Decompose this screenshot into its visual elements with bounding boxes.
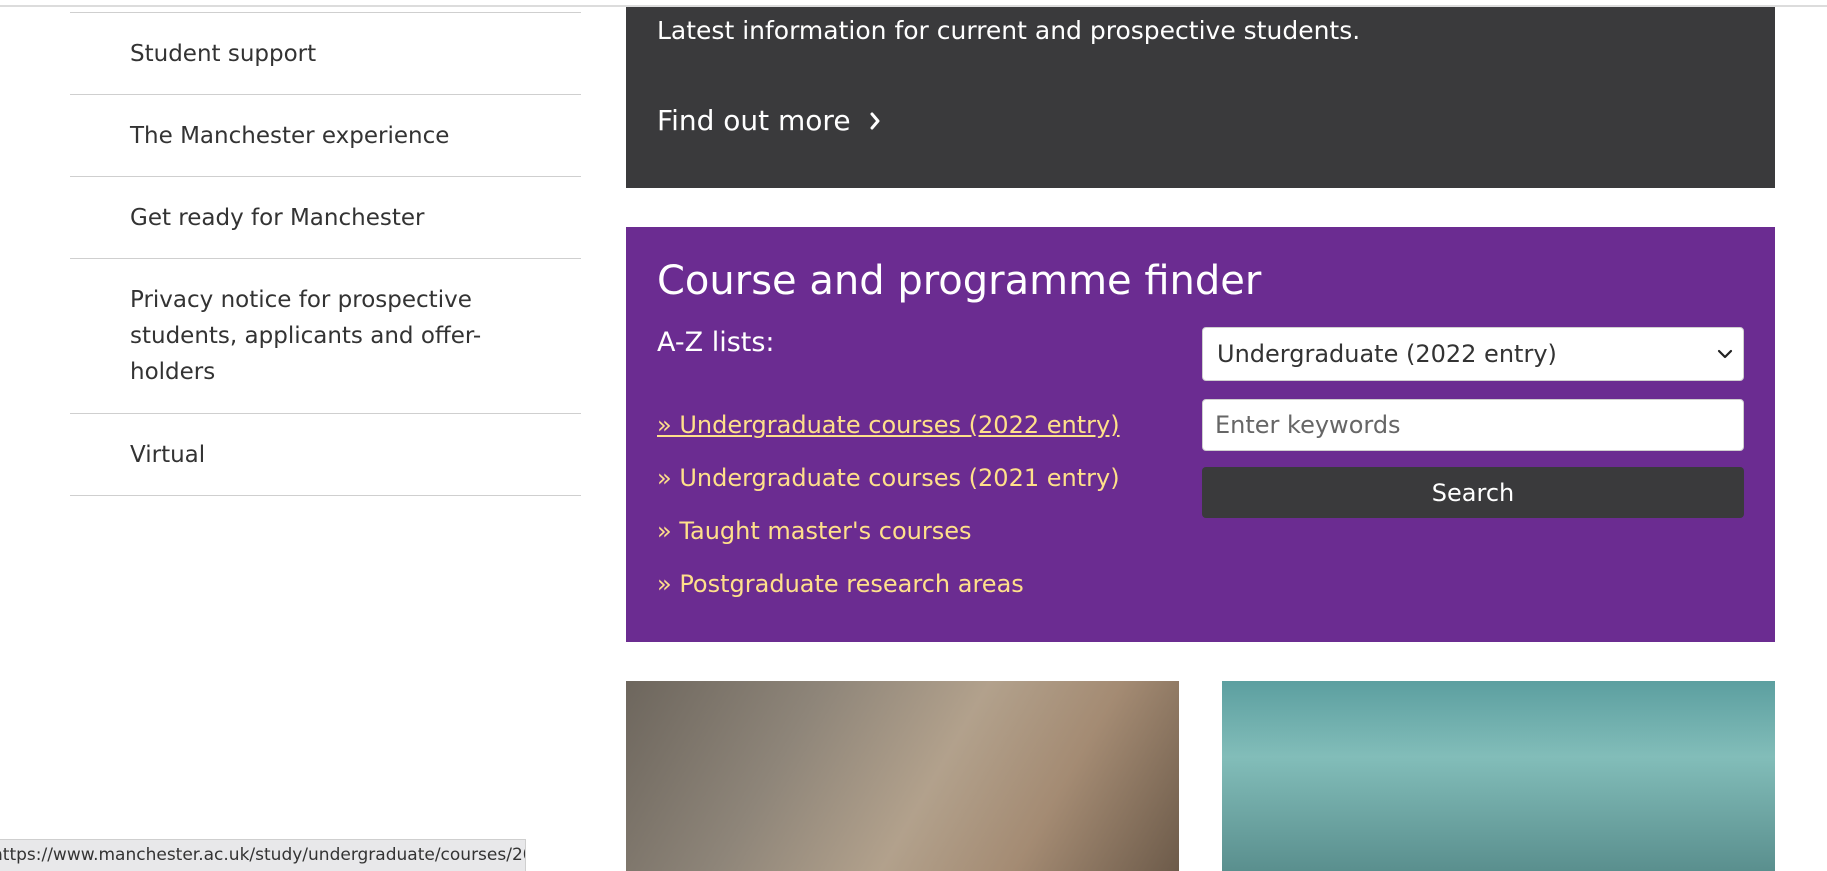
info-panel: Latest information for current and prosp… — [626, 7, 1775, 188]
student-photo-card[interactable] — [1222, 681, 1775, 871]
sidebar-item-get-ready[interactable]: Get ready for Manchester — [70, 177, 581, 259]
pgr-areas-link[interactable]: » Postgraduate research areas — [657, 570, 1024, 598]
course-level-select[interactable]: Undergraduate (2022 entry) — [1202, 327, 1744, 381]
student-photo-card[interactable] — [626, 681, 1179, 871]
sidebar-nav: Student support The Manchester experienc… — [70, 12, 581, 496]
list-item: » Undergraduate courses (2021 entry) — [657, 460, 1120, 513]
sidebar-item-label: Get ready for Manchester — [130, 204, 425, 231]
course-finder-panel: Course and programme finder A-Z lists: »… — [626, 227, 1775, 642]
list-item: » Postgraduate research areas — [657, 566, 1120, 619]
list-item: » Undergraduate courses (2022 entry) — [657, 407, 1120, 460]
info-text: Latest information for current and prosp… — [657, 16, 1361, 45]
chevron-down-icon — [1717, 349, 1733, 359]
course-level-select-value: Undergraduate (2022 entry) — [1217, 340, 1557, 368]
list-item: » Taught master's courses — [657, 513, 1120, 566]
sidebar-item-virtual[interactable]: Virtual — [70, 414, 581, 496]
sidebar-item-manchester-experience[interactable]: The Manchester experience — [70, 95, 581, 177]
search-button[interactable]: Search — [1202, 467, 1744, 518]
sidebar-item-privacy-notice[interactable]: Privacy notice for prospective students,… — [70, 259, 581, 414]
find-out-more-label: Find out more — [657, 104, 851, 137]
status-url: https://www.manchester.ac.uk/study/under… — [0, 845, 526, 865]
sidebar-item-label: Privacy notice for prospective students,… — [130, 287, 482, 385]
sidebar-item-label: Student support — [130, 40, 317, 67]
chevron-right-icon — [870, 112, 880, 130]
az-lists-label: A-Z lists: — [657, 327, 775, 358]
find-out-more-link[interactable]: Find out more — [657, 99, 881, 143]
ug-2022-link[interactable]: » Undergraduate courses (2022 entry) — [657, 411, 1120, 439]
taught-masters-link[interactable]: » Taught master's courses — [657, 517, 972, 545]
course-finder-title: Course and programme finder — [657, 258, 1262, 304]
keywords-search-input[interactable] — [1202, 399, 1744, 451]
ug-2021-link[interactable]: » Undergraduate courses (2021 entry) — [657, 464, 1120, 492]
sidebar-item-label: Virtual — [130, 441, 206, 468]
status-bar: https://www.manchester.ac.uk/study/under… — [0, 839, 526, 871]
sidebar-item-label: The Manchester experience — [130, 122, 450, 149]
sidebar-item-student-support[interactable]: Student support — [70, 13, 581, 95]
az-links-list: » Undergraduate courses (2022 entry) » U… — [657, 407, 1120, 619]
